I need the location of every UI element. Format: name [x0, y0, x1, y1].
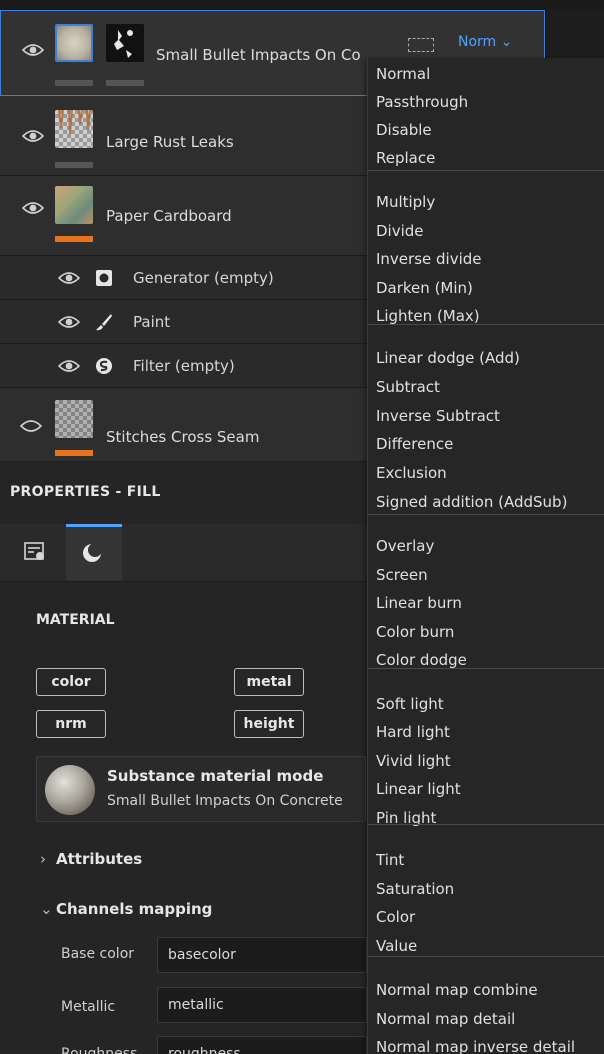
- mapping-select-base-color[interactable]: basecolor: [157, 937, 367, 973]
- mapping-label-metallic: Metallic: [61, 999, 116, 1015]
- menu-separator: [368, 956, 604, 957]
- blend-menu-item[interactable]: Signed addition (AddSub): [376, 488, 602, 516]
- blend-menu-item[interactable]: Multiply: [376, 188, 602, 216]
- layer-mask-bar: [55, 450, 93, 456]
- blend-menu-item[interactable]: Lighten (Max): [376, 302, 602, 330]
- menu-separator: [368, 824, 604, 825]
- layer-name[interactable]: Stitches Cross Seam: [106, 428, 259, 446]
- channel-button-color[interactable]: color: [36, 668, 106, 696]
- layer-name[interactable]: Large Rust Leaks: [106, 133, 234, 151]
- material-ball-icon: [82, 543, 102, 567]
- blend-menu-item[interactable]: Overlay: [376, 532, 602, 560]
- fill-settings-icon: [24, 542, 46, 566]
- mapping-label-base-color: Base color: [61, 946, 135, 962]
- blend-menu-item[interactable]: Pin light: [376, 804, 602, 832]
- blend-menu-item[interactable]: Inverse divide: [376, 245, 602, 273]
- blend-menu-item[interactable]: Exclusion: [376, 459, 602, 487]
- layer-name[interactable]: Paper Cardboard: [106, 207, 232, 225]
- eye-icon[interactable]: [22, 42, 44, 58]
- chevron-down-icon: ⌄: [40, 900, 53, 918]
- menu-separator: [368, 514, 604, 515]
- substance-mode-title: Substance material mode: [107, 767, 324, 785]
- eye-icon[interactable]: [58, 314, 80, 330]
- blend-menu-item[interactable]: Hard light: [376, 718, 602, 746]
- eye-icon[interactable]: [22, 128, 44, 144]
- attributes-collapser[interactable]: › Attributes: [40, 850, 142, 868]
- channels-mapping-label: Channels mapping: [56, 900, 213, 918]
- channel-button-height[interactable]: height: [234, 710, 304, 738]
- sublayer-label: Filter (empty): [133, 357, 235, 375]
- material-section-title: MATERIAL: [36, 612, 115, 628]
- mapping-select-roughness[interactable]: roughness: [157, 1036, 367, 1054]
- blend-menu-item[interactable]: Normal map combine: [376, 976, 602, 1004]
- layer-name[interactable]: Small Bullet Impacts On Co: [156, 46, 361, 64]
- properties-title: PROPERTIES - FILL: [10, 484, 161, 500]
- menu-separator: [368, 324, 604, 325]
- blend-menu-item[interactable]: Subtract: [376, 373, 602, 401]
- eye-closed-icon[interactable]: [20, 418, 42, 434]
- mapping-label-roughness: Roughness: [61, 1046, 138, 1054]
- blend-menu-item[interactable]: Linear burn: [376, 589, 602, 617]
- blend-menu-item[interactable]: Color dodge: [376, 646, 602, 674]
- mask-mask-bar: [106, 80, 144, 86]
- channels-mapping-collapser[interactable]: ⌄ Channels mapping: [40, 900, 212, 918]
- layer-stack-window: Small Bullet Impacts On Co Norm ⌄ Large …: [0, 0, 604, 1054]
- sublayer-label: Generator (empty): [133, 269, 274, 287]
- layer-mask-bar: [55, 162, 93, 168]
- attributes-label: Attributes: [56, 850, 143, 868]
- blend-menu-item[interactable]: Color: [376, 903, 602, 931]
- eye-icon[interactable]: [58, 270, 80, 286]
- mapping-select-metallic[interactable]: metallic: [157, 987, 367, 1023]
- blend-menu-item[interactable]: Color burn: [376, 618, 602, 646]
- mask-thumbnail[interactable]: [106, 24, 144, 62]
- blend-menu-item[interactable]: Vivid light: [376, 747, 602, 775]
- blend-menu-item[interactable]: Linear light: [376, 775, 602, 803]
- brush-icon: [95, 313, 113, 331]
- menu-separator: [368, 170, 604, 171]
- blend-menu-item[interactable]: Divide: [376, 217, 602, 245]
- blend-menu-item[interactable]: Tint: [376, 846, 602, 874]
- chevron-right-icon: ›: [40, 850, 46, 868]
- blend-menu-item[interactable]: Saturation: [376, 875, 602, 903]
- dotted-selection-icon: [408, 38, 434, 52]
- blend-mode-label: Norm: [458, 34, 497, 50]
- blend-menu-item[interactable]: Soft light: [376, 690, 602, 718]
- blend-menu-item[interactable]: Replace: [376, 144, 602, 172]
- layer-thumbnail[interactable]: [55, 109, 93, 148]
- filter-icon: [95, 357, 113, 375]
- tab-fill-settings[interactable]: [10, 524, 66, 581]
- blend-menu-item[interactable]: Darken (Min): [376, 274, 602, 302]
- layer-thumbnail[interactable]: [55, 24, 93, 62]
- blend-menu-item[interactable]: Disable: [376, 116, 602, 144]
- blend-mode-menu: Normal Passthrough Disable Replace Multiply D…: [367, 58, 604, 1054]
- chevron-down-icon: ⌄: [500, 34, 513, 50]
- channel-button-nrm[interactable]: nrm: [36, 710, 106, 738]
- material-preview-sphere: [45, 765, 95, 815]
- generator-icon: [95, 269, 113, 287]
- channel-button-metal[interactable]: metal: [234, 668, 304, 696]
- eye-icon[interactable]: [22, 200, 44, 216]
- menu-separator: [368, 668, 604, 669]
- blend-mode-button[interactable]: Norm ⌄: [458, 34, 512, 50]
- sublayer-label: Paint: [133, 313, 171, 331]
- blend-menu-item[interactable]: Normal map detail: [376, 1005, 602, 1033]
- substance-material-name: Small Bullet Impacts On Concrete: [107, 793, 343, 809]
- blend-menu-item[interactable]: Normal map inverse detail: [376, 1033, 602, 1054]
- blend-menu-item[interactable]: Passthrough: [376, 88, 602, 116]
- top-strip: [0, 0, 604, 10]
- layer-thumbnail[interactable]: [55, 186, 93, 224]
- blend-menu-item[interactable]: Screen: [376, 561, 602, 589]
- blend-menu-item[interactable]: Normal: [376, 60, 602, 88]
- substance-material-box[interactable]: Substance material mode Small Bullet Imp…: [36, 756, 366, 822]
- layer-mask-bar: [55, 80, 93, 86]
- tab-material[interactable]: [66, 524, 122, 581]
- blend-menu-item[interactable]: Inverse Subtract: [376, 402, 602, 430]
- eye-icon[interactable]: [58, 358, 80, 374]
- layer-thumbnail[interactable]: [55, 400, 93, 438]
- layer-mask-bar: [55, 236, 93, 242]
- blend-menu-item[interactable]: Difference: [376, 430, 602, 458]
- blend-menu-item[interactable]: Linear dodge (Add): [376, 344, 602, 372]
